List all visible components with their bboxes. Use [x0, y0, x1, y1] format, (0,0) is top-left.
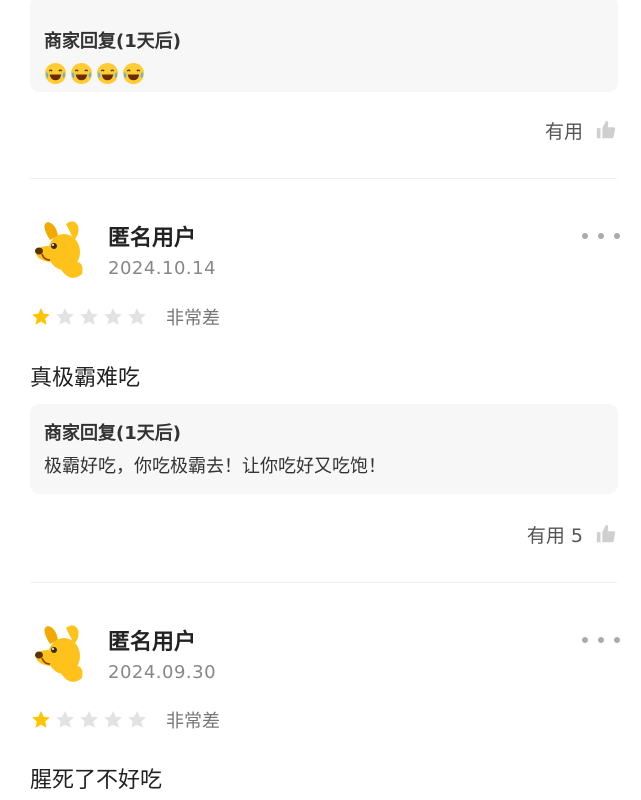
star-rating	[30, 709, 150, 731]
laughing-tears-icon	[44, 62, 67, 85]
star-filled-icon	[30, 709, 52, 731]
review-date: 2024.09.30	[108, 662, 217, 683]
review-header: 匿名用户 2024.10.14	[30, 218, 620, 308]
rating-row: 非常差	[30, 304, 220, 330]
thumbs-up-icon	[595, 119, 617, 141]
avatar-dog-icon[interactable]	[30, 622, 92, 692]
review-header: 匿名用户 2024.09.30	[30, 622, 620, 712]
more-options-icon[interactable]	[582, 636, 620, 644]
avatar-dog-icon[interactable]	[30, 218, 92, 288]
rating-row: 非常差	[30, 707, 220, 733]
reply-title: 商家回复(1天后)	[44, 31, 181, 52]
star-filled-icon	[30, 306, 52, 328]
divider	[30, 178, 617, 179]
rating-label: 非常差	[166, 711, 220, 732]
review-text: 真极霸难吃	[30, 366, 141, 391]
star-empty-icon	[54, 306, 76, 328]
star-rating	[30, 306, 150, 328]
useful-button[interactable]: 有用 5	[527, 520, 617, 548]
star-empty-icon	[102, 709, 124, 731]
username[interactable]: 匿名用户	[108, 624, 196, 656]
rating-label: 非常差	[166, 308, 220, 329]
laughing-tears-icon	[96, 62, 119, 85]
reply-title: 商家回复(1天后)	[44, 423, 181, 444]
star-empty-icon	[78, 306, 100, 328]
star-empty-icon	[78, 709, 100, 731]
more-options-icon[interactable]	[582, 232, 620, 240]
useful-label: 有用 5	[526, 524, 583, 547]
emoji-row	[44, 62, 604, 85]
merchant-reply-top: 商家回复(1天后)	[30, 0, 618, 92]
review-date: 2024.10.14	[108, 258, 217, 279]
useful-button-top[interactable]: 有用	[545, 116, 617, 144]
laughing-tears-icon	[122, 62, 145, 85]
reply-text: 极霸好吃，你吃极霸去！让你吃好又吃饱！	[44, 456, 386, 477]
merchant-reply: 商家回复(1天后) 极霸好吃，你吃极霸去！让你吃好又吃饱！	[30, 404, 618, 494]
star-empty-icon	[126, 709, 148, 731]
username[interactable]: 匿名用户	[108, 220, 196, 252]
thumbs-up-icon	[595, 523, 617, 545]
review-text: 腥死了不好吃	[30, 768, 163, 793]
star-empty-icon	[126, 306, 148, 328]
star-empty-icon	[54, 709, 76, 731]
star-empty-icon	[102, 306, 124, 328]
divider	[30, 582, 617, 583]
laughing-tears-icon	[70, 62, 93, 85]
useful-label: 有用	[544, 120, 583, 143]
